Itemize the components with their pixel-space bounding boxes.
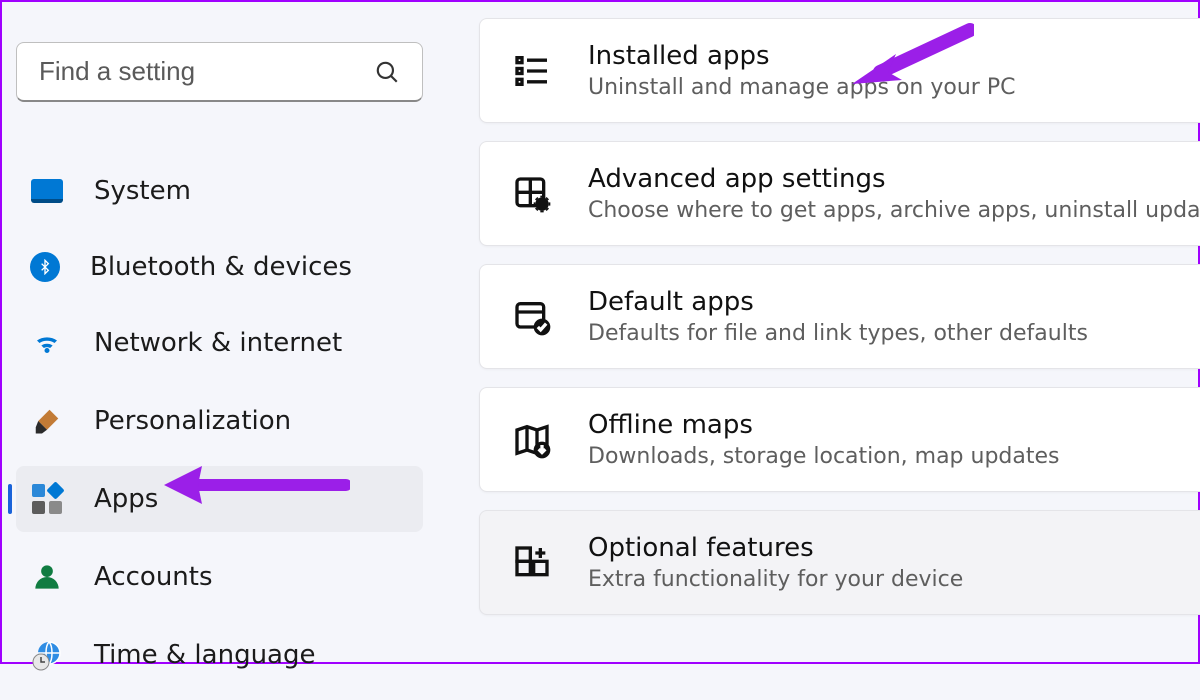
sidebar-item-label: Network & internet <box>94 328 342 358</box>
sidebar-item-label: Apps <box>94 484 158 514</box>
wifi-icon <box>30 326 64 360</box>
card-default-apps[interactable]: Default apps Defaults for file and link … <box>479 264 1200 369</box>
sidebar-item-apps[interactable]: Apps <box>16 466 423 532</box>
monitor-icon <box>30 174 64 208</box>
search-input-container[interactable] <box>16 42 423 102</box>
person-icon <box>30 560 64 594</box>
card-subtitle: Choose where to get apps, archive apps, … <box>588 198 1200 223</box>
paintbrush-icon <box>30 404 64 438</box>
card-subtitle: Defaults for file and link types, other … <box>588 321 1088 346</box>
sidebar-item-network[interactable]: Network & internet <box>16 310 423 376</box>
search-icon <box>374 59 400 85</box>
card-advanced-app-settings[interactable]: Advanced app settings Choose where to ge… <box>479 141 1200 246</box>
card-subtitle: Extra functionality for your device <box>588 567 963 592</box>
card-subtitle: Uninstall and manage apps on your PC <box>588 75 1015 100</box>
card-title: Advanced app settings <box>588 164 1200 194</box>
card-subtitle: Downloads, storage location, map updates <box>588 444 1060 469</box>
card-title: Offline maps <box>588 410 1060 440</box>
search-input[interactable] <box>39 56 374 87</box>
sidebar-item-personalization[interactable]: Personalization <box>16 388 423 454</box>
sidebar-item-label: Bluetooth & devices <box>90 252 352 282</box>
grid-gear-icon <box>512 174 552 214</box>
sidebar-item-label: Accounts <box>94 562 213 592</box>
sidebar-item-label: Personalization <box>94 406 291 436</box>
card-title: Default apps <box>588 287 1088 317</box>
grid-plus-icon <box>512 543 552 583</box>
bluetooth-icon <box>30 252 60 282</box>
sidebar-item-accounts[interactable]: Accounts <box>16 544 423 610</box>
sidebar-item-bluetooth[interactable]: Bluetooth & devices <box>16 236 423 298</box>
list-icon <box>512 51 552 91</box>
sidebar-item-system[interactable]: System <box>16 158 423 224</box>
apps-icon <box>30 482 64 516</box>
card-optional-features[interactable]: Optional features Extra functionality fo… <box>479 510 1200 615</box>
sidebar-item-time-language[interactable]: Time & language <box>16 622 423 688</box>
card-offline-maps[interactable]: Offline maps Downloads, storage location… <box>479 387 1200 492</box>
sidebar-item-label: Time & language <box>94 640 315 670</box>
window-check-icon <box>512 297 552 337</box>
sidebar-item-label: System <box>94 176 191 206</box>
card-title: Installed apps <box>588 41 1015 71</box>
card-installed-apps[interactable]: Installed apps Uninstall and manage apps… <box>479 18 1200 123</box>
card-title: Optional features <box>588 533 963 563</box>
map-download-icon <box>512 420 552 460</box>
globe-clock-icon <box>30 638 64 672</box>
